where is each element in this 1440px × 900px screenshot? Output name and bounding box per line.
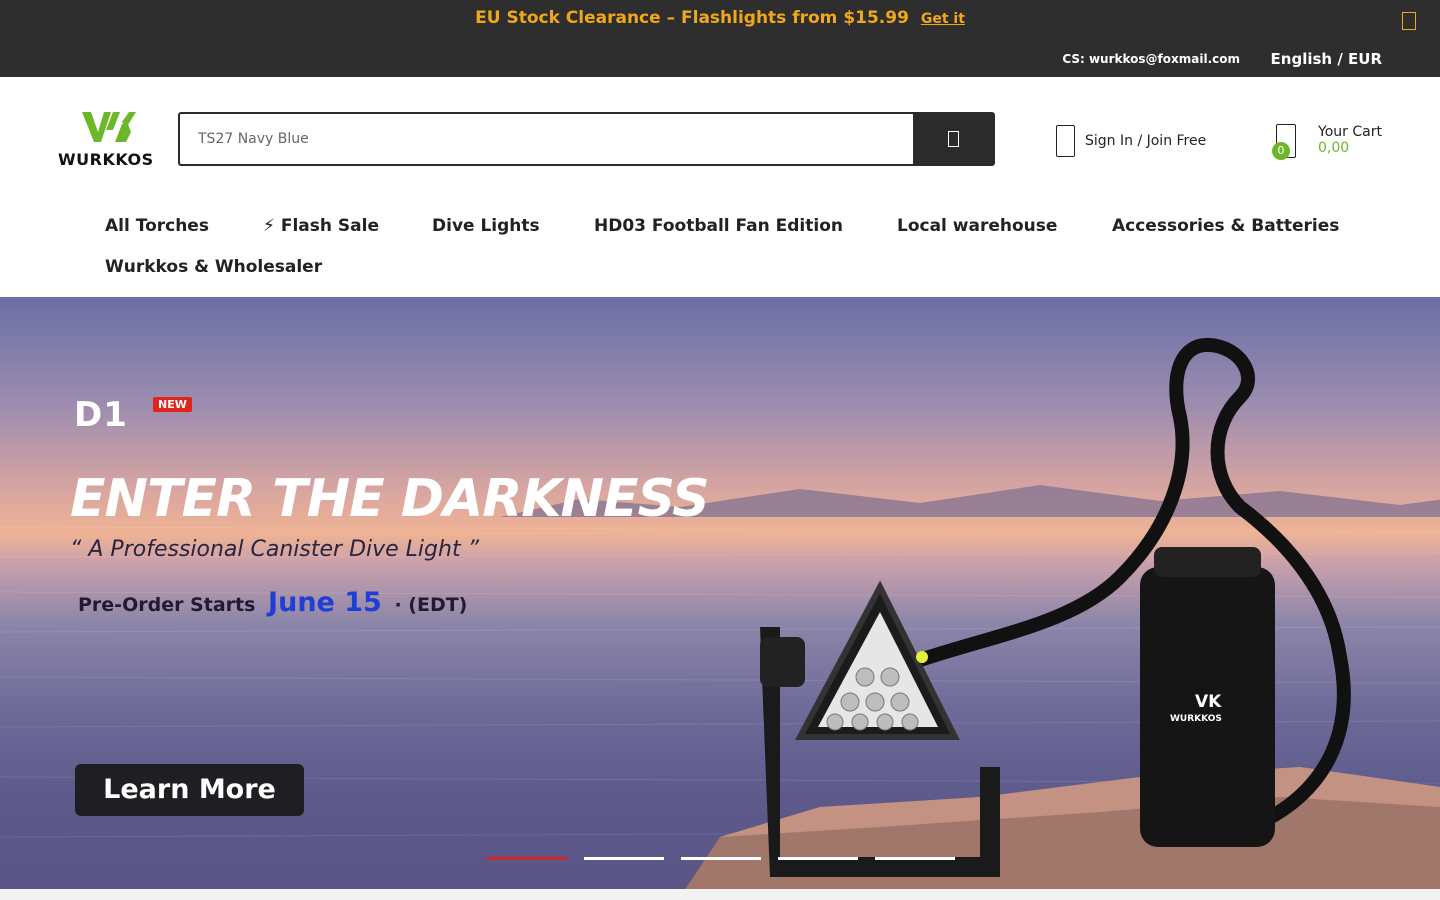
utility-bar: CS: wurkkos@foxmail.com English / EUR (0, 40, 1440, 77)
search-bar (178, 112, 995, 166)
carousel-dot[interactable] (875, 857, 955, 860)
product-image: VK WURKKOS (760, 338, 1351, 877)
canister-logo-mark: VK (1195, 692, 1222, 712)
cart-label: Your Cart (1318, 124, 1382, 140)
logo[interactable]: WURKKOS (58, 110, 160, 170)
user-icon (1056, 125, 1075, 157)
customer-service-email[interactable]: CS: wurkkos@foxmail.com (1062, 52, 1240, 66)
section-divider (0, 889, 1440, 900)
signin-link[interactable]: Sign In / Join Free (1056, 125, 1206, 157)
logo-wordmark: WURKKOS (58, 150, 154, 169)
preorder-prefix: Pre-Order Starts (78, 594, 256, 616)
nav-item-hd03-football[interactable]: HD03 Football Fan Edition (594, 216, 843, 236)
announcement-message: EU Stock Clearance – Flashlights from $1… (475, 8, 909, 28)
preorder-date: June 15 (268, 587, 382, 618)
learn-more-button[interactable]: Learn More (75, 764, 304, 816)
nav-item-dive-lights[interactable]: Dive Lights (432, 216, 540, 236)
hero-banner[interactable]: D1 NEW ENTER THE DARKNESS “ A Profession… (0, 297, 1440, 889)
hero-model: D1 (74, 395, 128, 435)
carousel-dot[interactable] (778, 857, 858, 860)
search-icon (947, 131, 959, 147)
cart-button[interactable]: 0 Your Cart 0,00 (1272, 124, 1396, 164)
logo-mark (82, 112, 136, 142)
close-icon[interactable] (1402, 12, 1416, 30)
announcement-bar: EU Stock Clearance – Flashlights from $1… (0, 0, 1440, 40)
announcement-text: EU Stock Clearance – Flashlights from $1… (0, 8, 1440, 28)
language-currency-selector[interactable]: English / EUR (1271, 50, 1382, 68)
canister-brand: WURKKOS (1170, 714, 1222, 724)
preorder-suffix: · (EDT) (394, 594, 468, 616)
hero-title: ENTER THE DARKNESS (70, 469, 710, 529)
nav-item-flash-sale[interactable]: ⚡ Flash Sale (263, 216, 379, 236)
nav-item-accessories[interactable]: Accessories & Batteries (1112, 216, 1339, 236)
hero-subtitle: “ A Professional Canister Dive Light ” (70, 537, 479, 562)
new-badge: NEW (153, 397, 192, 412)
announcement-link[interactable]: Get it (921, 11, 965, 27)
cart-count-badge: 0 (1272, 142, 1290, 160)
search-input[interactable] (180, 114, 913, 164)
nav-item-wholesaler[interactable]: Wurkkos & Wholesaler (105, 257, 322, 277)
nav-item-all-torches[interactable]: All Torches (105, 216, 209, 236)
cart-total: 0,00 (1318, 140, 1350, 156)
search-button[interactable] (913, 114, 993, 164)
carousel-dot[interactable] (584, 857, 664, 860)
hero-preorder: Pre-Order Starts June 15 · (EDT) (78, 587, 467, 618)
nav-item-local-warehouse[interactable]: Local warehouse (897, 216, 1057, 236)
carousel-indicators (487, 857, 972, 861)
carousel-dot[interactable] (681, 857, 761, 860)
signin-label: Sign In / Join Free (1085, 133, 1207, 149)
carousel-dot[interactable] (487, 857, 567, 860)
